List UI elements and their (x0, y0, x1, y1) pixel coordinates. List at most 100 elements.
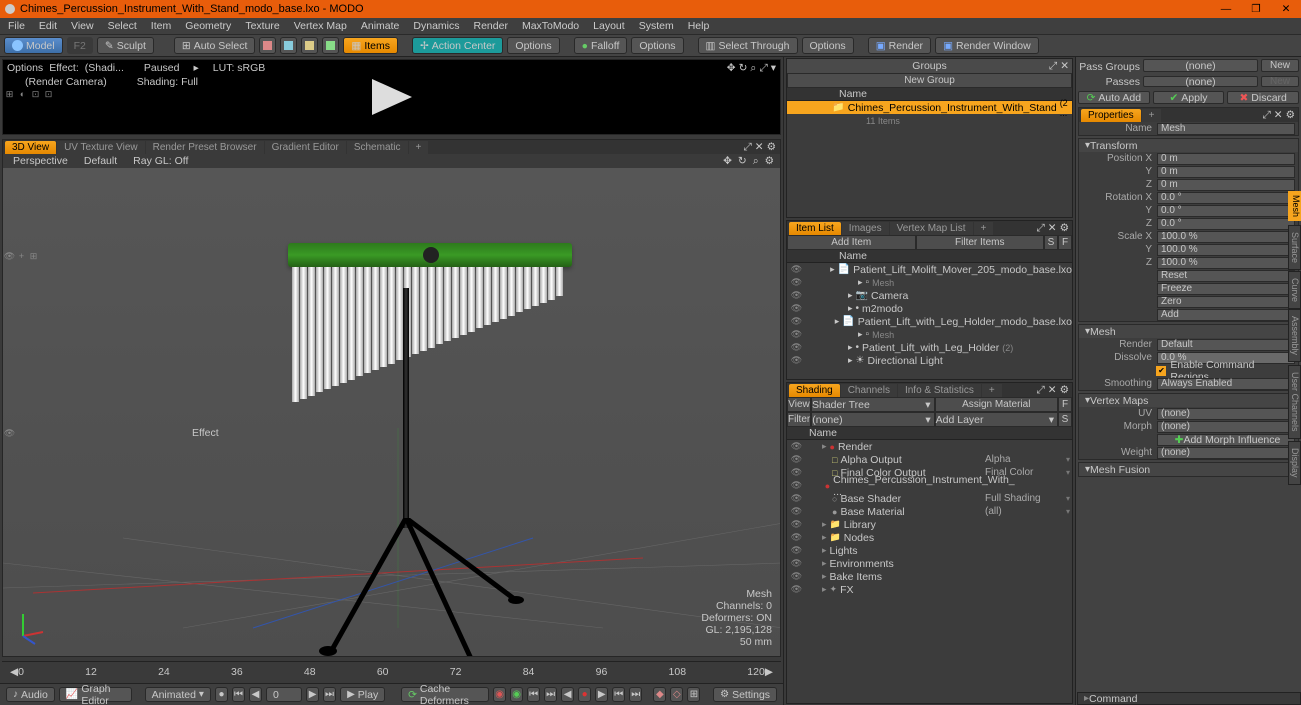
pan-icon[interactable]: ✥ (723, 155, 732, 168)
play-icon[interactable] (367, 77, 417, 117)
tab-add3[interactable]: + (982, 384, 1002, 397)
menu-animate[interactable]: Animate (361, 20, 400, 32)
tab-itemlist[interactable]: Item List (789, 222, 841, 235)
maximize-button[interactable]: ❐ (1241, 0, 1271, 18)
item-row[interactable]: 👁▸ ☀ Directional Light (787, 354, 1072, 367)
vtab-mesh[interactable]: Mesh (1288, 191, 1301, 221)
record-icon[interactable]: ● (578, 687, 591, 702)
menu-help[interactable]: Help (688, 20, 710, 32)
posy-input[interactable]: 0 m (1157, 166, 1295, 178)
addmorph-button[interactable]: ✚ Add Morph Influence (1157, 434, 1295, 446)
col-icon2[interactable]: ◐ (17, 89, 28, 100)
item-row[interactable]: 👁▸ 📄 Patient_Lift_Molift_Mover_205_modo_… (787, 263, 1072, 276)
passgroups-dd[interactable]: (none) (1143, 59, 1258, 72)
tab-renderpreset[interactable]: Render Preset Browser (146, 141, 264, 154)
menu-vertexmap[interactable]: Vertex Map (294, 20, 347, 32)
col-icon[interactable]: ⊞ (4, 89, 15, 100)
vtab-assembly[interactable]: Assembly (1288, 309, 1301, 362)
enable-cmd-checkbox[interactable]: ✔ (1156, 366, 1166, 376)
vp-raygl[interactable]: Ray GL: Off (133, 155, 188, 167)
t6-icon[interactable]: ▶ (595, 687, 608, 702)
filteritems-input[interactable]: Filter Items (916, 235, 1045, 250)
tab-vmaplist[interactable]: Vertex Map List (890, 222, 973, 235)
preview-options[interactable]: Options (7, 62, 43, 74)
selectthrough-button[interactable]: ▥Select Through (698, 37, 798, 54)
timeline[interactable]: ◀ 01224364860728496108120 ▶ (2, 661, 781, 681)
item-row[interactable]: 👁▸ 📄 Patient_Lift_with_Leg_Holder_modo_b… (787, 315, 1072, 328)
item-row[interactable]: 👁▸ ▫ Mesh (787, 276, 1072, 289)
groups-expand-icon[interactable]: ⤢ (1049, 60, 1057, 73)
rotz-input[interactable]: 0.0 ° (1157, 218, 1295, 230)
posx-input[interactable]: 0 m (1157, 153, 1295, 165)
shading-row[interactable]: 👁▸ 📁 Library (787, 518, 1072, 531)
sclz-input[interactable]: 100.0 % (1157, 257, 1295, 269)
options2-button[interactable]: Options (631, 37, 683, 54)
item-row[interactable]: 👁▸ • m2modo (787, 302, 1072, 315)
expand-icon[interactable]: ⤢ (759, 62, 767, 75)
uv-dd[interactable]: (none) (1157, 408, 1295, 420)
tab-gradient[interactable]: Gradient Editor (265, 141, 346, 154)
audio-button[interactable]: ♪ Audio (6, 687, 55, 702)
shading-row[interactable]: 👁▸ 📁 Nodes (787, 531, 1072, 544)
zoom-icon[interactable]: ⌕ (750, 62, 756, 75)
tab-images[interactable]: Images (842, 222, 889, 235)
menu-render[interactable]: Render (474, 20, 508, 32)
items-button[interactable]: ▦Items (343, 37, 398, 54)
roty-input[interactable]: 0.0 ° (1157, 205, 1295, 217)
refresh-icon[interactable]: ↻ (739, 62, 748, 75)
additem-button[interactable]: Add Item (787, 235, 916, 250)
t3-icon[interactable]: ⏮ (527, 687, 540, 702)
grapheditor-button[interactable]: 📈 Graph Editor (59, 687, 132, 702)
t11-icon[interactable]: ⊞ (687, 687, 700, 702)
settings-button[interactable]: ⚙ Settings (713, 687, 777, 702)
smoothing-dd[interactable]: Always Enabled (1157, 378, 1295, 390)
tab-info[interactable]: Info & Statistics (898, 384, 981, 397)
t8-icon[interactable]: ⏭ (629, 687, 642, 702)
groups-close-icon[interactable]: ✕ (1060, 60, 1069, 73)
sel1-icon[interactable] (259, 37, 276, 54)
vp-gear-icon[interactable]: ✕ (755, 141, 764, 154)
shading-row[interactable]: 👁○ Base ShaderFull Shading▾ (787, 492, 1072, 505)
vtab-surface[interactable]: Surface (1288, 225, 1301, 270)
orbit-icon[interactable]: ↻ (738, 155, 747, 168)
move-icon[interactable]: ✥ (727, 62, 736, 75)
sel2-icon[interactable] (280, 37, 297, 54)
passes-dd[interactable]: (none) (1143, 76, 1258, 87)
discard-button[interactable]: ✖Discard (1227, 91, 1299, 104)
shading-row[interactable]: 👁● Base Material(all)▾ (787, 505, 1072, 518)
tab-channels[interactable]: Channels (841, 384, 897, 397)
sculpt-button[interactable]: ✎Sculpt (97, 37, 154, 54)
name-input[interactable]: Mesh (1157, 123, 1295, 135)
autoadd-button[interactable]: ⟳Auto Add (1078, 91, 1150, 104)
step-back-icon[interactable]: ◀ (249, 687, 262, 702)
menu-file[interactable]: File (8, 20, 25, 32)
cache-button[interactable]: ⟳ Cache Deformers (401, 687, 489, 702)
current-frame[interactable]: 0 (266, 687, 302, 702)
menu-maxtomodo[interactable]: MaxToModo (522, 20, 579, 32)
render-dd[interactable]: Default (1157, 339, 1295, 351)
animated-dropdown[interactable]: Animated ▾ (145, 687, 211, 702)
goto-start-icon[interactable]: ⏮ (232, 687, 245, 702)
tab-3dview[interactable]: 3D View (5, 141, 56, 154)
meshfusion-header[interactable]: ▾ Mesh Fusion (1079, 463, 1298, 476)
menu-icon[interactable]: ▾ (771, 62, 776, 75)
keyframe-icon[interactable]: ● (215, 687, 228, 702)
sclx-input[interactable]: 100.0 % (1157, 231, 1295, 243)
filter-f[interactable]: F (1058, 235, 1072, 250)
shading-row[interactable]: 👁● Chimes_Percussion_Instrument_With_ ..… (787, 479, 1072, 492)
t5-icon[interactable]: ◀ (561, 687, 574, 702)
col-icon4[interactable]: ⊡ (43, 89, 54, 100)
vtab-userchan[interactable]: User Channels (1288, 365, 1301, 439)
tab-uv[interactable]: UV Texture View (57, 141, 145, 154)
new2-button[interactable]: New (1261, 76, 1299, 87)
addlayer-dropdown[interactable]: Add Layer▾ (935, 412, 1058, 427)
scly-input[interactable]: 100.0 % (1157, 244, 1295, 256)
menu-dynamics[interactable]: Dynamics (413, 20, 459, 32)
shadertree-dropdown[interactable]: Shader Tree▾ (811, 397, 935, 412)
vtab-display[interactable]: Display (1288, 441, 1301, 485)
posz-input[interactable]: 0 m (1157, 179, 1295, 191)
falloff-button[interactable]: ●Falloff (574, 37, 628, 54)
close-button[interactable]: ✕ (1271, 0, 1301, 18)
minimize-button[interactable]: — (1211, 0, 1241, 18)
col-icon3[interactable]: ⊡ (30, 89, 41, 100)
